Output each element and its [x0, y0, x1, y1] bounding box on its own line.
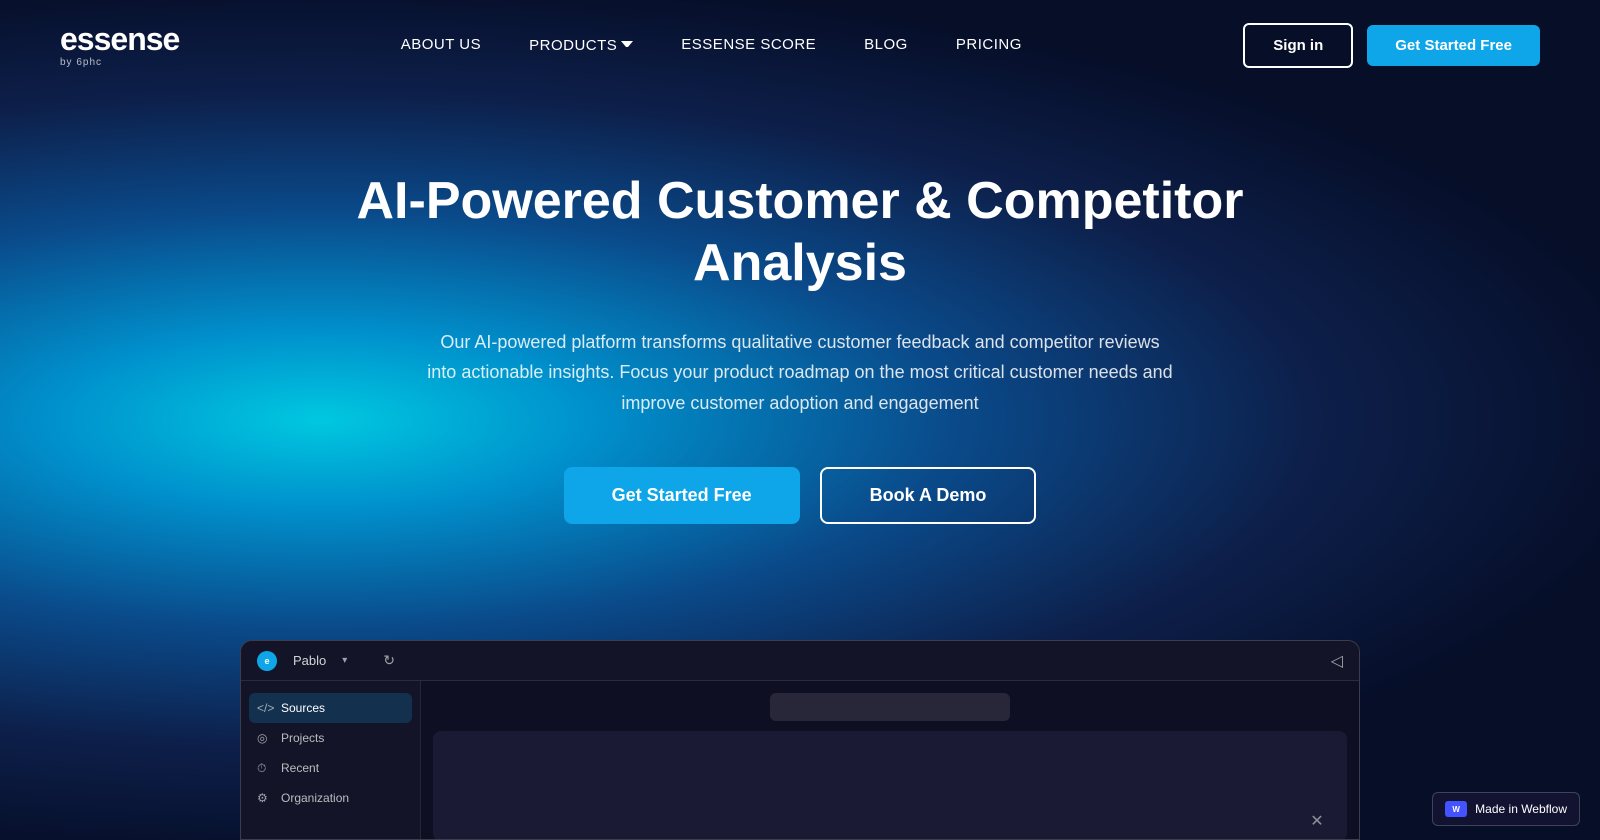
hero-title: AI-Powered Customer & Competitor Analysi… — [350, 170, 1250, 295]
get-started-hero-button[interactable]: Get Started Free — [564, 467, 800, 524]
sidebar-label-recent: Recent — [281, 761, 319, 775]
webflow-icon: W — [1445, 801, 1467, 817]
clock-icon: ⏱ — [257, 761, 271, 775]
signin-button[interactable]: Sign in — [1243, 23, 1353, 68]
hero-buttons: Get Started Free Book A Demo — [564, 467, 1037, 524]
logo-name: essense — [60, 23, 179, 55]
hero-description: Our AI-powered platform transforms quali… — [425, 327, 1175, 419]
hero-section: AI-Powered Customer & Competitor Analysi… — [0, 90, 1600, 524]
nav-links: ABOUT US PRODUCTS ESSENSE SCORE BLOG PRI… — [401, 36, 1022, 54]
sidebar-item-sources[interactable]: </> Sources — [249, 693, 412, 723]
app-body: </> Sources ◎ Projects ⏱ Recent ⚙ Organi… — [241, 681, 1359, 840]
sidebar-label-organization: Organization — [281, 791, 349, 805]
nav-item-blog[interactable]: BLOG — [864, 36, 908, 54]
webflow-badge[interactable]: W Made in Webflow — [1432, 792, 1580, 826]
close-icon[interactable]: ✕ — [1307, 811, 1327, 831]
nav-item-pricing[interactable]: PRICING — [956, 36, 1022, 54]
sidebar-item-organization[interactable]: ⚙ Organization — [241, 783, 420, 813]
app-user-chevron-icon: ▾ — [342, 655, 347, 666]
sidebar-item-projects[interactable]: ◎ Projects — [241, 723, 420, 753]
app-titlebar: e Pablo ▾ ↻ ◁ — [241, 641, 1359, 681]
app-search-bar[interactable] — [770, 693, 1010, 721]
nav-item-products[interactable]: PRODUCTS — [529, 37, 633, 54]
nav-actions: Sign in Get Started Free — [1243, 23, 1540, 68]
nav-link-about[interactable]: ABOUT US — [401, 36, 481, 53]
app-user-label: Pablo — [293, 653, 326, 668]
nav-link-essense-score[interactable]: ESSENSE SCORE — [681, 36, 816, 53]
app-logo-icon: e — [264, 656, 269, 666]
nav-link-blog[interactable]: BLOG — [864, 36, 908, 53]
org-icon: ⚙ — [257, 791, 271, 805]
navigation: essense by 6phc ABOUT US PRODUCTS ESSENS… — [0, 0, 1600, 90]
code-icon: </> — [257, 701, 271, 715]
nav-link-products[interactable]: PRODUCTS — [529, 37, 633, 54]
get-started-nav-button[interactable]: Get Started Free — [1367, 25, 1540, 66]
app-preview: e Pablo ▾ ↻ ◁ </> Sources ◎ Projects ⏱ R… — [240, 640, 1360, 840]
app-main: ✕ — [421, 681, 1359, 840]
app-logo-circle: e — [257, 651, 277, 671]
sidebar-toggle-icon[interactable]: ◁ — [1331, 651, 1343, 671]
app-sidebar: </> Sources ◎ Projects ⏱ Recent ⚙ Organi… — [241, 681, 421, 840]
sidebar-label-projects: Projects — [281, 731, 324, 745]
book-demo-button[interactable]: Book A Demo — [820, 467, 1037, 524]
project-icon: ◎ — [257, 731, 271, 745]
sidebar-label-sources: Sources — [281, 701, 325, 715]
nav-item-about[interactable]: ABOUT US — [401, 36, 481, 54]
logo-sub: by 6phc — [60, 57, 102, 68]
app-refresh-icon[interactable]: ↻ — [383, 652, 395, 669]
logo[interactable]: essense by 6phc — [60, 23, 179, 68]
nav-link-pricing[interactable]: PRICING — [956, 36, 1022, 53]
sidebar-item-recent[interactable]: ⏱ Recent — [241, 753, 420, 783]
app-window: e Pablo ▾ ↻ ◁ </> Sources ◎ Projects ⏱ R… — [240, 640, 1360, 840]
nav-item-essense-score[interactable]: ESSENSE SCORE — [681, 36, 816, 54]
app-content-area: ✕ — [433, 731, 1347, 840]
chevron-down-icon — [621, 41, 633, 49]
webflow-label: Made in Webflow — [1475, 802, 1567, 816]
